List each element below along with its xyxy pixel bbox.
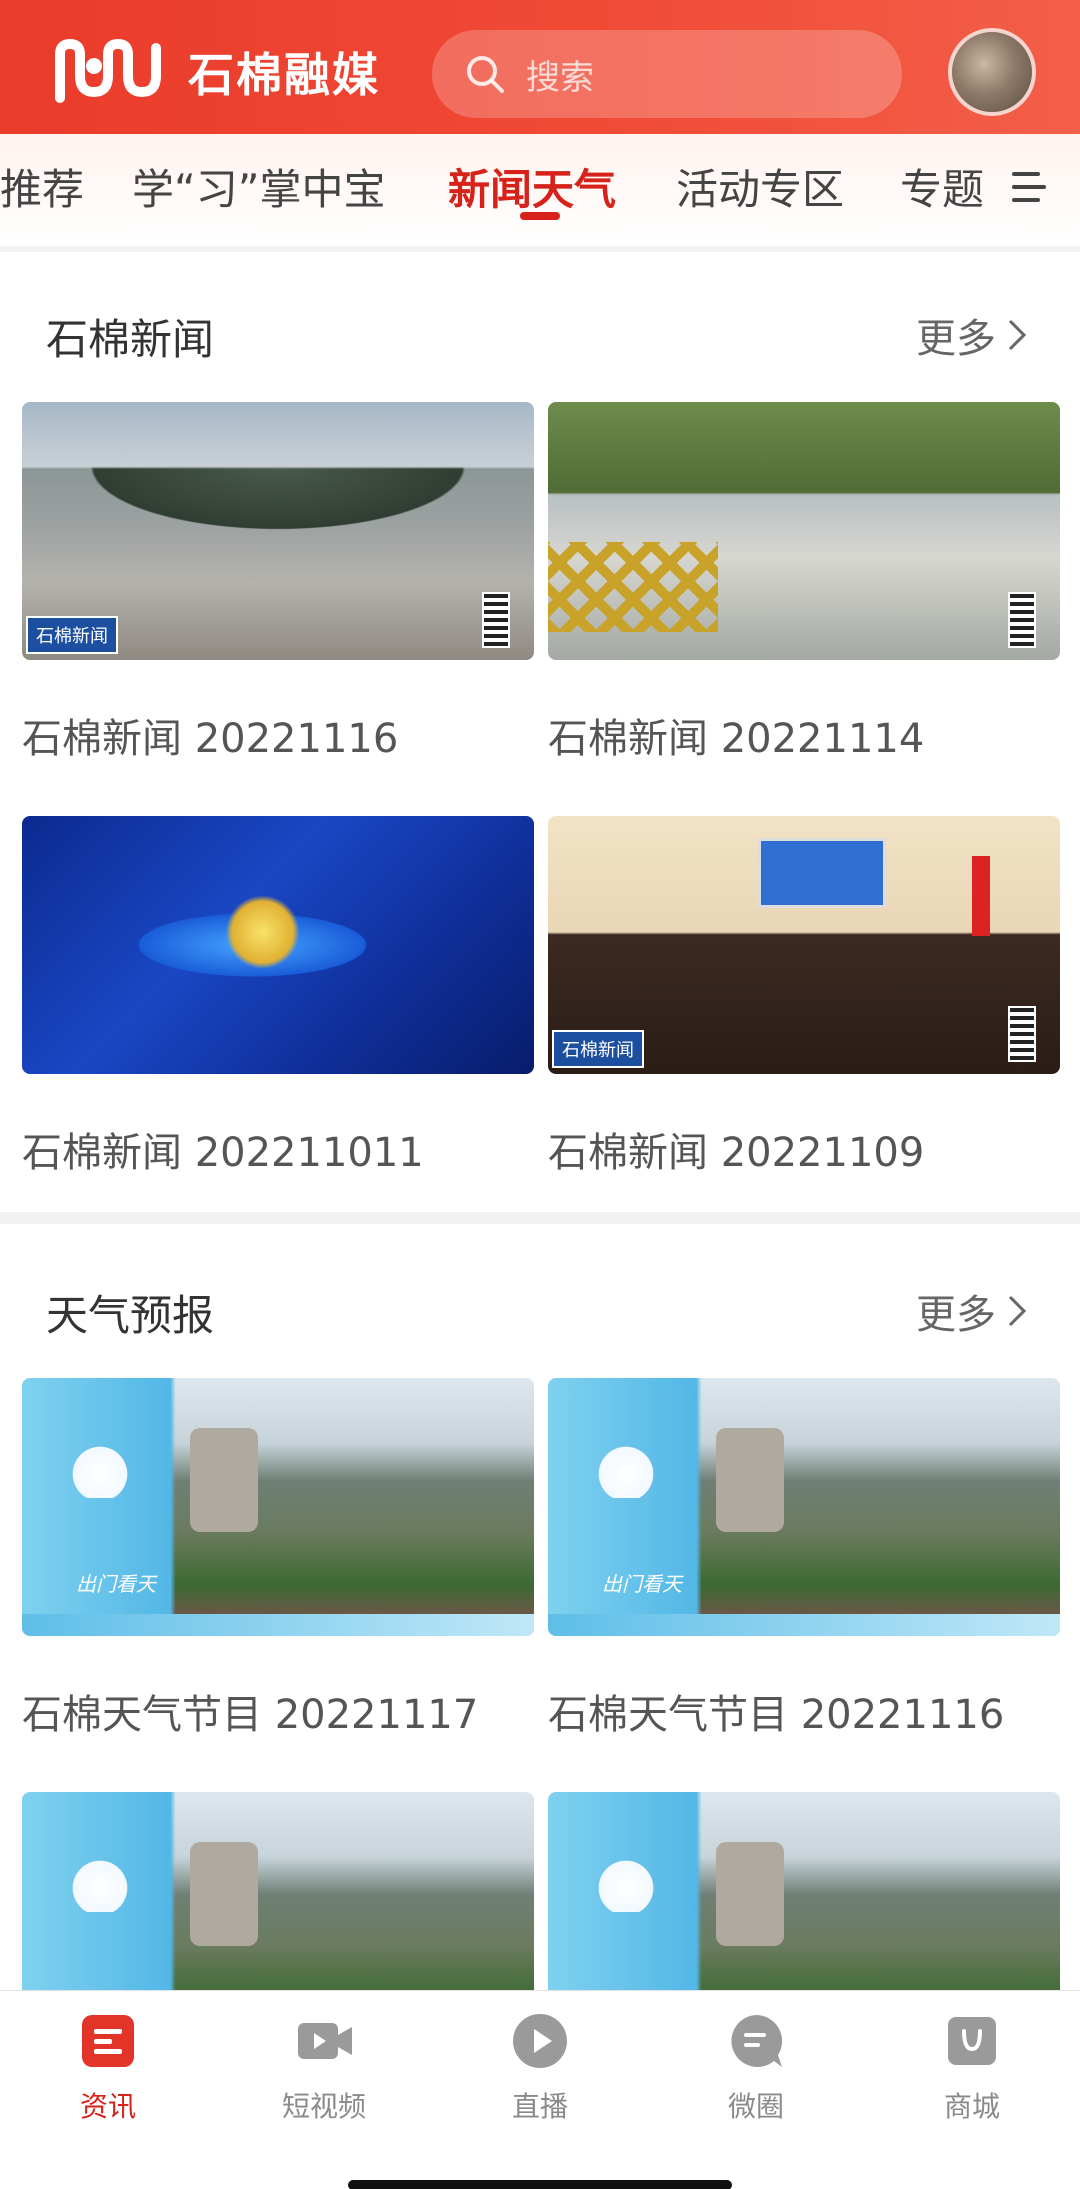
bottom-navigation: 资讯 短视频 直播 微圈 商城 [0, 1990, 1080, 2189]
news-title: 石棉新闻 20221116 [22, 716, 399, 762]
flag [972, 856, 990, 936]
nav-label: 微圈 [727, 2090, 784, 2123]
app-header: 石棉融媒 搜索 [0, 0, 1080, 134]
bridge-truss [548, 542, 718, 632]
home-indicator [348, 2180, 732, 2189]
video-thumbnail: 出门看天 [548, 1378, 1060, 1636]
nav-label: 商城 [943, 2090, 1000, 2123]
chevron-right-icon [1008, 1295, 1027, 1327]
statue-image [716, 1428, 784, 1532]
cloud-icon [52, 1438, 148, 1498]
cloud-icon [578, 1438, 674, 1498]
news-card[interactable]: 石棉新闻 202211011 [22, 816, 534, 1178]
weather-strip [548, 1614, 1060, 1636]
chat-bubble-icon [731, 2014, 783, 2067]
qr-code [1008, 592, 1036, 648]
tab-topics[interactable]: 专题 [900, 156, 984, 217]
weather-title: 石棉天气节目 20221117 [22, 1692, 479, 1738]
nav-label: 资讯 [79, 2090, 136, 2123]
logo-icon [55, 38, 161, 103]
nav-short-video[interactable]: 短视频 [254, 2011, 394, 2125]
user-avatar[interactable] [948, 28, 1036, 116]
news-title: 石棉新闻 20221109 [548, 1130, 925, 1176]
channel-badge: 石棉新闻 [552, 1030, 644, 1068]
weather-more-link[interactable]: 更多 [916, 1282, 1028, 1340]
news-more-link[interactable]: 更多 [916, 306, 1028, 364]
qr-code [1008, 1006, 1036, 1062]
nav-live[interactable]: 直播 [470, 2011, 610, 2125]
cloud-icon [52, 1852, 148, 1912]
play-icon [513, 2014, 567, 2068]
menu-icon[interactable] [1012, 172, 1048, 202]
video-thumbnail [22, 816, 534, 1074]
statue-image [190, 1842, 258, 1946]
video-thumbnail: 石棉新闻 [22, 402, 534, 660]
channel-badge: 石棉新闻 [26, 616, 118, 654]
video-thumbnail [548, 402, 1060, 660]
section-title-news: 石棉新闻 [46, 315, 215, 364]
qr-code [482, 592, 510, 648]
nav-label: 直播 [511, 2090, 568, 2123]
weather-card[interactable]: 出门看天 石棉天气节目 20221117 [22, 1378, 534, 1740]
news-card[interactable]: 石棉新闻 石棉新闻 20221116 [22, 402, 534, 764]
cloud-icon [578, 1852, 674, 1912]
weather-strip [22, 1614, 534, 1636]
section-divider [0, 1212, 1080, 1224]
tab-news-weather[interactable]: 新闻天气 [448, 156, 616, 217]
tab-study[interactable]: 学“习”掌中宝 [132, 156, 386, 217]
statue-image [190, 1428, 258, 1532]
program-label: 出门看天 [76, 1572, 156, 1596]
nav-circle[interactable]: 微圈 [686, 2011, 826, 2125]
nav-shop[interactable]: 商城 [902, 2011, 1042, 2125]
channel-tabs: 推荐 学“习”掌中宝 新闻天气 活动专区 专题 [0, 134, 1080, 246]
weather-card[interactable]: 出门看天 石棉天气节目 20221116 [548, 1378, 1060, 1740]
tab-recommend[interactable]: 推荐 [0, 156, 84, 217]
news-title: 石棉新闻 202211011 [22, 1130, 424, 1176]
video-camera-icon [298, 2023, 352, 2059]
news-card[interactable]: 石棉新闻 20221114 [548, 402, 1060, 764]
search-bar[interactable]: 搜索 [432, 30, 902, 118]
tab-activities[interactable]: 活动专区 [676, 156, 844, 217]
more-label: 更多 [916, 316, 996, 362]
news-title: 石棉新闻 20221114 [548, 716, 925, 762]
active-tab-indicator [520, 212, 560, 220]
news-card[interactable]: 石棉新闻 石棉新闻 20221109 [548, 816, 1060, 1178]
chevron-right-icon [1008, 319, 1027, 351]
video-thumbnail: 石棉新闻 [548, 816, 1060, 1074]
nav-label: 短视频 [281, 2090, 366, 2123]
statue-image [716, 1842, 784, 1946]
search-icon [467, 56, 504, 93]
section-title-weather: 天气预报 [46, 1291, 215, 1340]
nav-news[interactable]: 资讯 [38, 2011, 178, 2125]
video-thumbnail: 出门看天 [22, 1378, 534, 1636]
projection-screen [758, 838, 886, 908]
app-name: 石棉融媒 [188, 48, 380, 102]
divider [0, 246, 1080, 252]
more-label: 更多 [916, 1292, 996, 1338]
weather-title: 石棉天气节目 20221116 [548, 1692, 1005, 1738]
news-icon [82, 2015, 134, 2067]
program-label: 出门看天 [602, 1572, 682, 1596]
shop-bag-icon [948, 2017, 996, 2065]
search-placeholder: 搜索 [526, 57, 594, 98]
app-logo: 石棉融媒 [52, 36, 380, 108]
